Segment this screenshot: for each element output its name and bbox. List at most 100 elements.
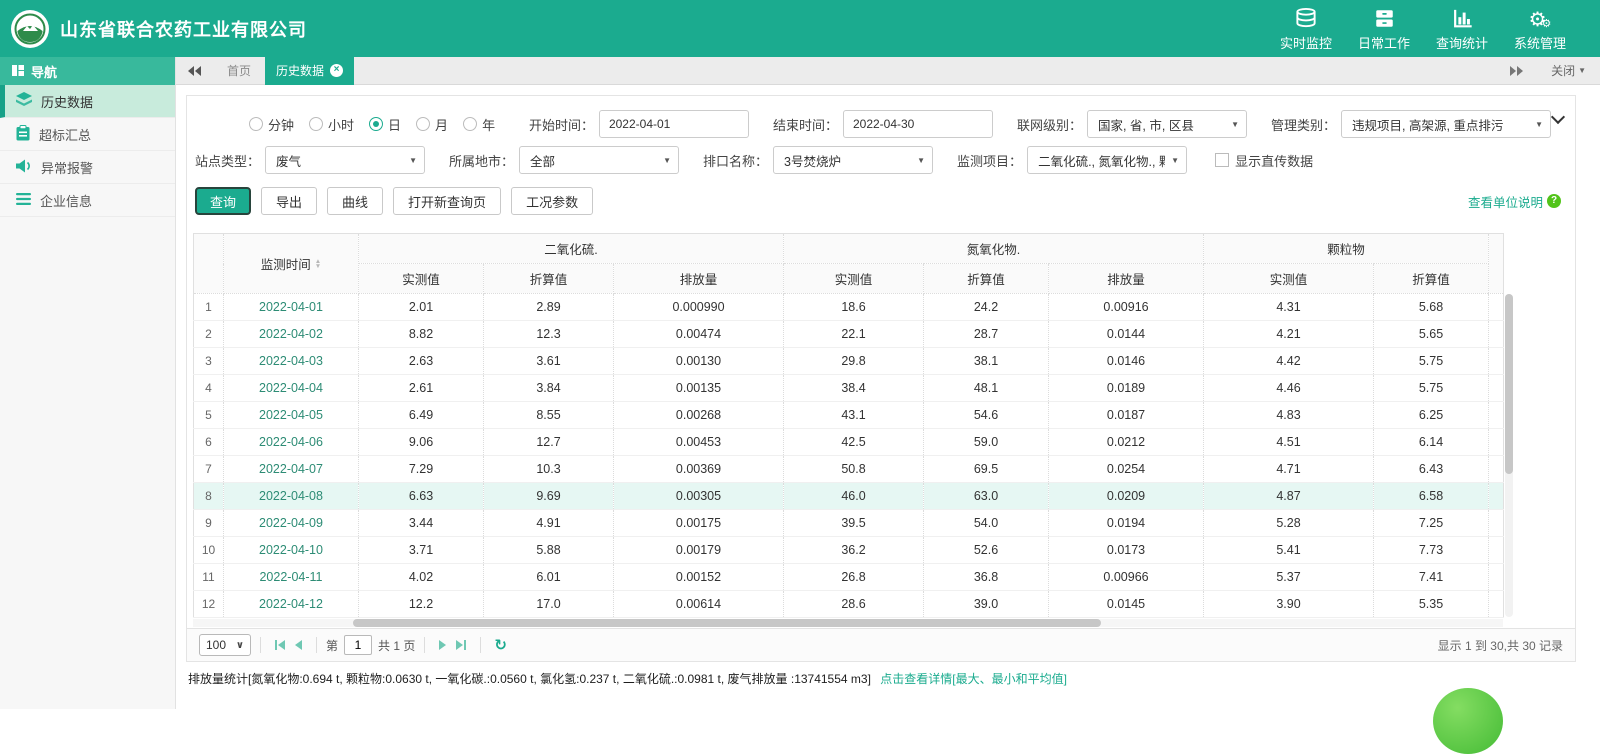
value-cell: 36.2 — [784, 537, 924, 564]
value-cell: 0.00474 — [614, 321, 784, 348]
station-type-select[interactable]: 废气 ▼ — [265, 146, 425, 174]
date-cell[interactable]: 2022-04-08 — [224, 483, 359, 510]
filter-row-2: 站点类型： 废气 ▼ 所属地市： 全部 ▼ 排口名称： 3号焚烧炉 ▼ — [195, 146, 1575, 174]
outlet-name-select[interactable]: 3号焚烧炉 ▼ — [773, 146, 933, 174]
period-radio-分钟[interactable]: 分钟 — [249, 115, 294, 134]
drawer-icon — [1373, 6, 1396, 30]
end-time-input[interactable] — [843, 110, 993, 138]
export-button[interactable]: 导出 — [261, 187, 317, 215]
horizontal-scrollbar-thumb[interactable] — [353, 619, 1101, 627]
sort-icon[interactable]: ▲▼ — [315, 259, 321, 269]
value-cell: 8.82 — [359, 321, 484, 348]
page-size-select[interactable]: 100 ∨ — [199, 634, 251, 656]
chevron-down-icon: ▼ — [1578, 66, 1586, 75]
date-cell[interactable]: 2022-04-03 — [224, 348, 359, 375]
current-page-input[interactable] — [344, 635, 372, 655]
value-cell: 0.00179 — [614, 537, 784, 564]
row-index-cell: 5 — [194, 402, 224, 429]
condition-params-button[interactable]: 工况参数 — [511, 187, 593, 215]
value-cell: 2.89 — [484, 294, 614, 321]
value-cell: 4.71 — [1204, 456, 1374, 483]
top-nav-item-label: 系统管理 — [1514, 33, 1566, 52]
first-page-button[interactable] — [275, 640, 285, 650]
period-radio-月[interactable]: 月 — [416, 115, 448, 134]
clipboard-icon — [16, 125, 30, 144]
value-cell: 38.4 — [784, 375, 924, 402]
tab-close-icon[interactable]: × — [330, 64, 343, 77]
vertical-scrollbar-thumb[interactable] — [1505, 294, 1513, 474]
sidebar-item-abnormal-alarm[interactable]: 异常报警 — [0, 151, 175, 184]
value-cell: 0.00135 — [614, 375, 784, 402]
period-radio-日[interactable]: 日 — [369, 115, 401, 134]
close-tabs-menu[interactable]: 关闭 ▼ — [1551, 62, 1586, 79]
top-nav-item-realtime-monitor[interactable]: 实时监控 — [1274, 6, 1338, 52]
value-cell: 4.02 — [359, 564, 484, 591]
sidebar-item-history-data[interactable]: 历史数据 — [0, 85, 175, 118]
monitor-items-field: 监测项目： 二氧化硫., 氮氧化物., 颗粒 ▼ — [957, 146, 1187, 174]
date-cell[interactable]: 2022-04-06 — [224, 429, 359, 456]
monitor-items-select[interactable]: 二氧化硫., 氮氧化物., 颗粒 ▼ — [1027, 146, 1187, 174]
date-cell[interactable]: 2022-04-04 — [224, 375, 359, 402]
manage-category-field: 管理类别： 违规项目, 高架源, 重点排污 ▼ — [1271, 110, 1551, 138]
tab-home[interactable]: 首页 — [213, 57, 265, 85]
date-cell[interactable]: 2022-04-12 — [224, 591, 359, 618]
row-index-cell: 7 — [194, 456, 224, 483]
vertical-scrollbar[interactable] — [1505, 294, 1513, 617]
date-cell[interactable]: 2022-04-01 — [224, 294, 359, 321]
partial-column-header — [1489, 234, 1504, 294]
table-head: 监测时间▲▼二氧化硫.氮氧化物.颗粒物实测值折算值排放量实测值折算值排放量实测值… — [194, 234, 1504, 294]
value-cell: 39.5 — [784, 510, 924, 537]
top-nav-item-system-manage[interactable]: ⚙⚙系统管理 — [1508, 6, 1572, 52]
top-nav-item-query-stats[interactable]: 查询统计 — [1430, 6, 1494, 52]
period-radio-年[interactable]: 年 — [463, 115, 495, 134]
period-radio-小时[interactable]: 小时 — [309, 115, 354, 134]
date-cell[interactable]: 2022-04-07 — [224, 456, 359, 483]
table-row: 112022-04-114.026.010.0015226.836.80.009… — [194, 564, 1504, 591]
show-direct-data-checkbox[interactable] — [1215, 153, 1229, 167]
next-page-button[interactable] — [439, 640, 446, 650]
network-level-select[interactable]: 国家, 省, 市, 区县 ▼ — [1087, 110, 1247, 138]
sub-header-0-1: 折算值 — [484, 264, 614, 294]
floating-action-button[interactable] — [1433, 688, 1503, 754]
city-select[interactable]: 全部 ▼ — [519, 146, 679, 174]
table-row: 42022-04-042.613.840.0013538.448.10.0189… — [194, 375, 1504, 402]
value-cell: 5.35 — [1374, 591, 1489, 618]
tab-history-data[interactable]: 历史数据× — [265, 57, 354, 85]
start-time-input[interactable] — [599, 110, 749, 138]
end-time-label: 结束时间： — [773, 115, 838, 134]
open-new-query-button[interactable]: 打开新查询页 — [393, 187, 501, 215]
sidebar-item-enterprise-info[interactable]: 企业信息 — [0, 184, 175, 217]
date-cell[interactable]: 2022-04-05 — [224, 402, 359, 429]
prev-page-button[interactable] — [295, 640, 302, 650]
group-header-1: 氮氧化物. — [784, 234, 1204, 264]
tabs-scroll-left-icon[interactable] — [188, 66, 201, 76]
refresh-icon[interactable]: ↻ — [494, 636, 507, 654]
manage-category-select[interactable]: 违规项目, 高架源, 重点排污 ▼ — [1341, 110, 1551, 138]
date-cell[interactable]: 2022-04-09 — [224, 510, 359, 537]
unit-help-link[interactable]: 查看单位说明 ? — [1468, 192, 1561, 211]
date-cell[interactable]: 2022-04-11 — [224, 564, 359, 591]
last-page-button[interactable] — [456, 640, 466, 650]
show-direct-data-checkbox-wrap[interactable]: 显示直传数据 — [1215, 151, 1313, 170]
tabs-scroll-right-icon[interactable] — [1510, 66, 1523, 76]
date-cell[interactable]: 2022-04-02 — [224, 321, 359, 348]
company-logo-icon — [10, 9, 50, 49]
table-head-group-row: 监测时间▲▼二氧化硫.氮氧化物.颗粒物 — [194, 234, 1504, 264]
caret-down-icon: ▼ — [917, 156, 925, 165]
value-cell: 5.65 — [1374, 321, 1489, 348]
curve-button[interactable]: 曲线 — [327, 187, 383, 215]
city-field: 所属地市： 全部 ▼ — [449, 146, 679, 174]
data-table: 监测时间▲▼二氧化硫.氮氧化物.颗粒物实测值折算值排放量实测值折算值排放量实测值… — [193, 233, 1504, 618]
sub-header-1-0: 实测值 — [784, 264, 924, 294]
detail-link[interactable]: 点击查看详情[最大、最小和平均值] — [880, 672, 1067, 686]
top-nav-item-daily-work[interactable]: 日常工作 — [1352, 6, 1416, 52]
records-info: 显示 1 到 30,共 30 记录 — [1438, 637, 1563, 654]
query-button[interactable]: 查询 — [195, 187, 251, 215]
horizontal-scrollbar[interactable] — [193, 619, 1503, 627]
date-cell[interactable]: 2022-04-10 — [224, 537, 359, 564]
row-index-cell: 12 — [194, 591, 224, 618]
sidebar-title-label: 导航 — [31, 62, 57, 81]
table-row: 52022-04-056.498.550.0026843.154.60.0187… — [194, 402, 1504, 429]
value-cell: 42.5 — [784, 429, 924, 456]
sidebar-item-over-limit-summary[interactable]: 超标汇总 — [0, 118, 175, 151]
